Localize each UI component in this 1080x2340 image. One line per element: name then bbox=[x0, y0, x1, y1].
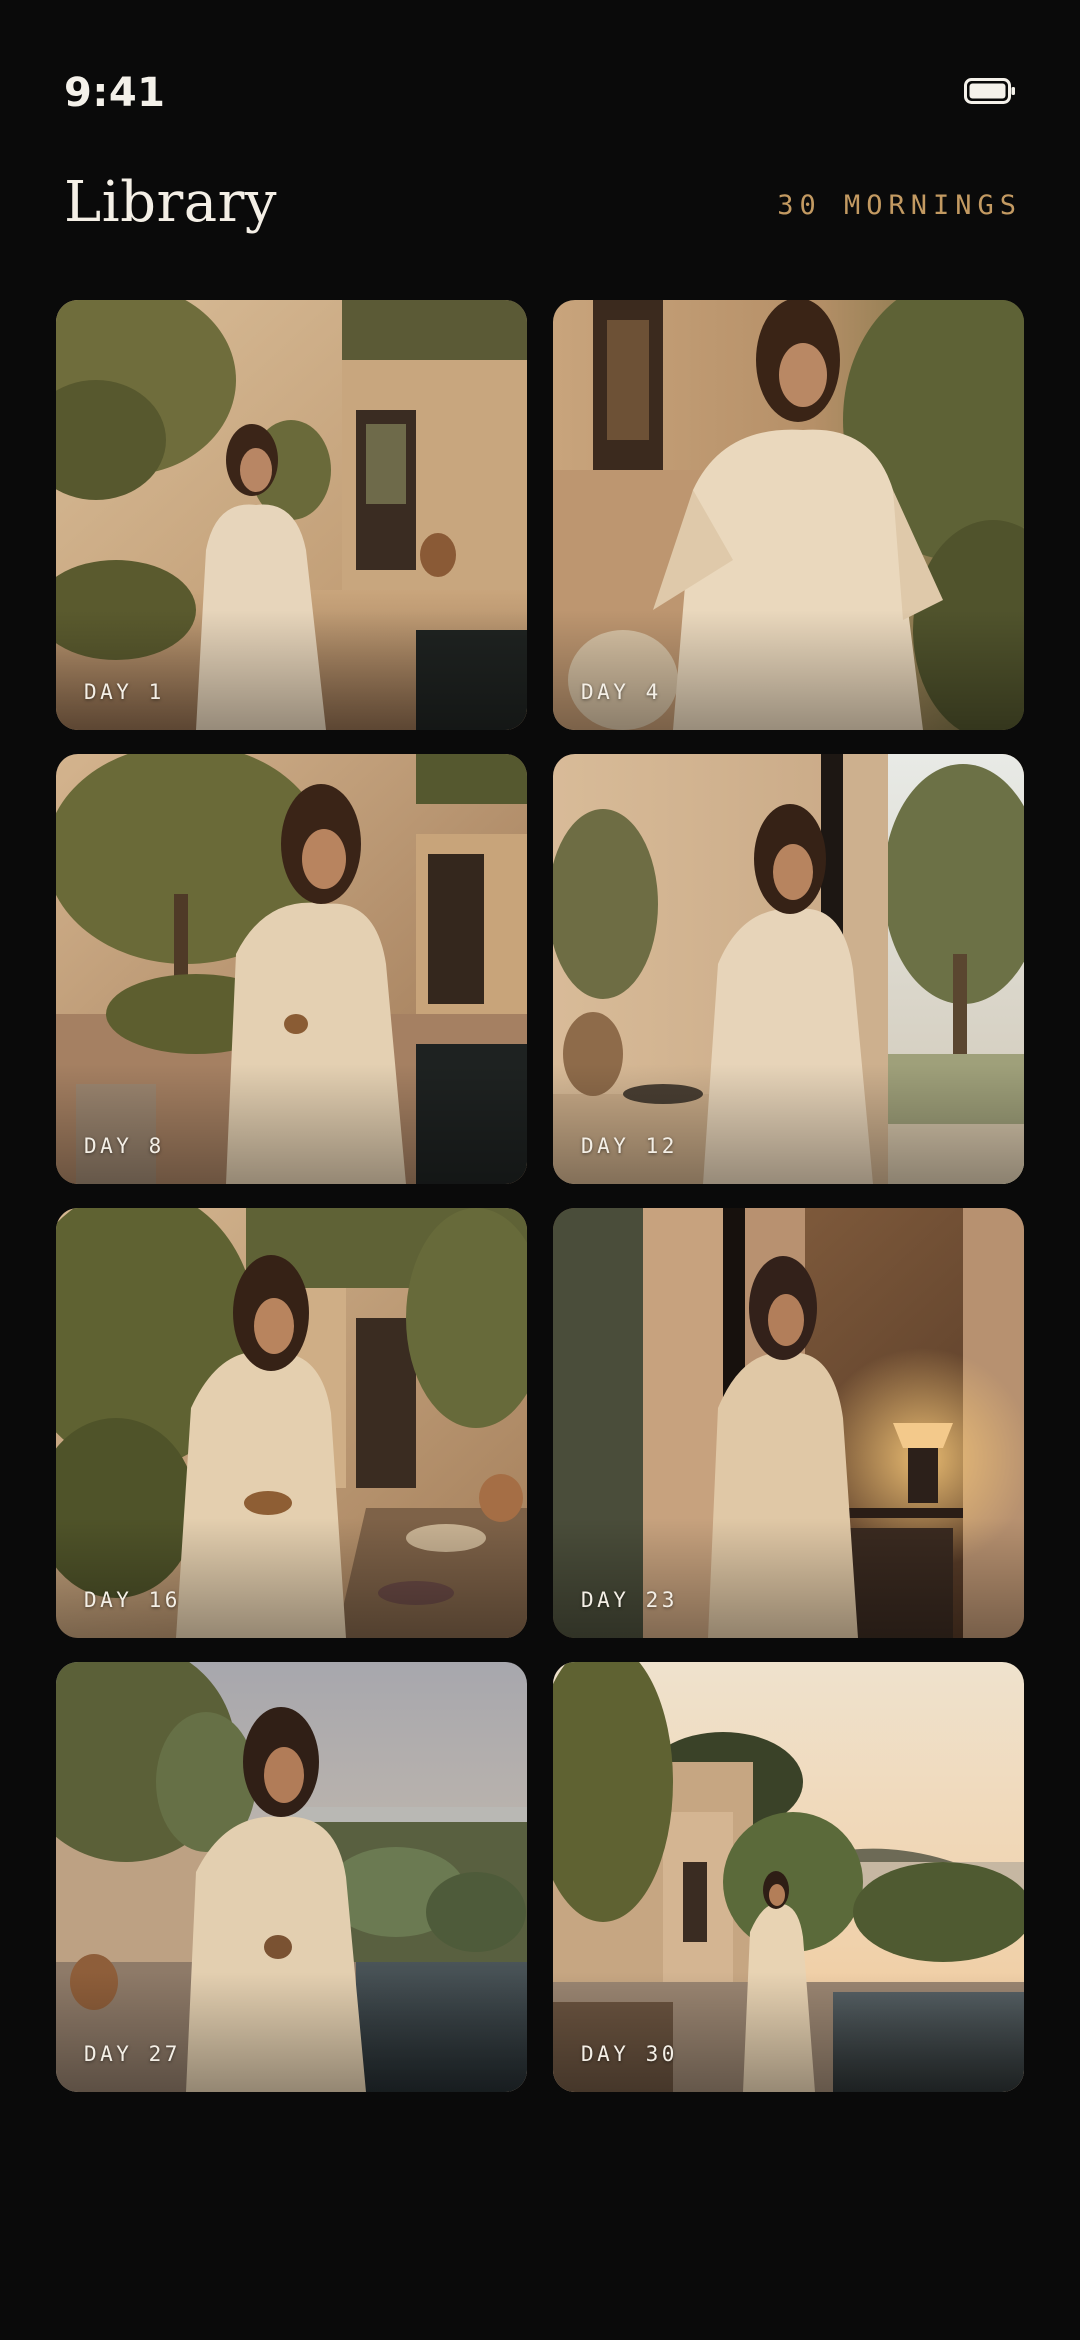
library-grid: DAY 1 DAY 4 DAY 8 DAY 12 DAY 16 DAY 23 D… bbox=[56, 300, 1024, 2092]
status-time: 9:41 bbox=[64, 70, 166, 116]
tile-label: DAY 12 bbox=[581, 1134, 678, 1158]
tile-label: DAY 8 bbox=[84, 1134, 165, 1158]
library-tile[interactable]: DAY 8 bbox=[56, 754, 527, 1184]
library-tile[interactable]: DAY 1 bbox=[56, 300, 527, 730]
status-bar: 9:41 bbox=[0, 0, 1080, 160]
header: Library 30 MORNINGS bbox=[0, 170, 1080, 250]
library-tile[interactable]: DAY 30 bbox=[553, 1662, 1024, 2092]
tile-label: DAY 30 bbox=[581, 2042, 678, 2066]
library-tile[interactable]: DAY 16 bbox=[56, 1208, 527, 1638]
tile-label: DAY 4 bbox=[581, 680, 662, 704]
battery-full-icon bbox=[964, 78, 1015, 104]
tile-label: DAY 1 bbox=[84, 680, 165, 704]
library-tile[interactable]: DAY 4 bbox=[553, 300, 1024, 730]
tile-label: DAY 27 bbox=[84, 2042, 181, 2066]
page-title: Library bbox=[64, 170, 278, 235]
library-tile[interactable]: DAY 12 bbox=[553, 754, 1024, 1184]
library-tile[interactable]: DAY 23 bbox=[553, 1208, 1024, 1638]
library-tile[interactable]: DAY 27 bbox=[56, 1662, 527, 2092]
mornings-count: 30 MORNINGS bbox=[777, 190, 1022, 221]
tile-label: DAY 16 bbox=[84, 1588, 181, 1612]
tile-label: DAY 23 bbox=[581, 1588, 678, 1612]
